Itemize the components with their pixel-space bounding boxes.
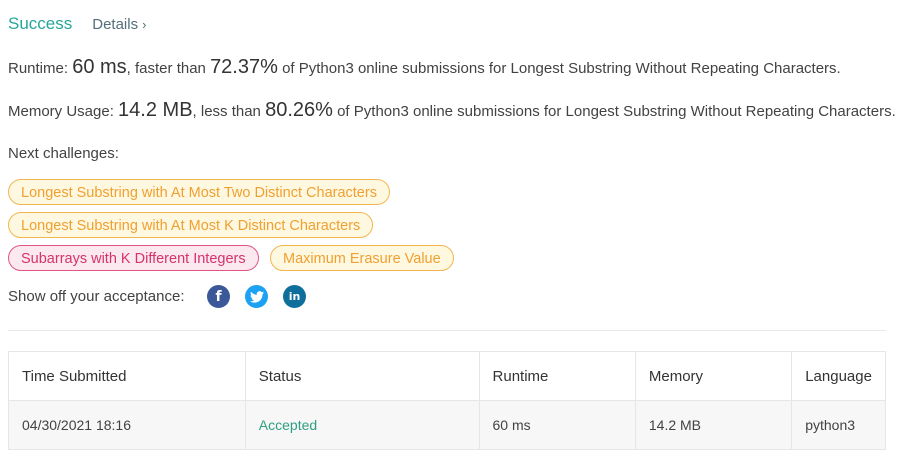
linkedin-icon[interactable]: in [283, 285, 306, 308]
column-header-memory[interactable]: Memory [634, 351, 793, 401]
status-success: Success [8, 14, 73, 33]
runtime-percent: 72.37% [210, 56, 278, 78]
memory-value: 14.2 MB [118, 99, 193, 121]
column-header-runtime[interactable]: Runtime [478, 351, 636, 401]
section-divider [8, 330, 886, 331]
next-challenges-label: Next challenges: [8, 145, 119, 162]
cell-runtime: 60 ms [478, 400, 636, 450]
cell-status-accepted[interactable]: Accepted [244, 400, 480, 450]
twitter-bird-icon[interactable] [249, 290, 264, 303]
memory-middle: , less than [192, 103, 261, 120]
cell-time-submitted: 04/30/2021 18:16 [8, 400, 246, 450]
details-link[interactable]: Details › [92, 16, 146, 33]
column-header-status[interactable]: Status [244, 351, 480, 401]
details-label[interactable]: Details [92, 16, 138, 33]
facebook-icon[interactable]: f [207, 285, 230, 308]
linkedin-glyph[interactable]: in [289, 290, 301, 303]
runtime-suffix: of Python3 online submissions for Longes… [282, 60, 841, 77]
memory-percent: 80.26% [265, 99, 333, 121]
facebook-glyph[interactable]: f [215, 289, 221, 305]
share-label: Show off your acceptance: [8, 288, 185, 305]
memory-stat: Memory Usage: 14.2 MB, less than 80.26% … [8, 99, 896, 122]
runtime-stat: Runtime: 60 ms, faster than 72.37% of Py… [8, 56, 841, 79]
chevron-right-icon[interactable]: › [142, 17, 146, 32]
runtime-label: Runtime: [8, 60, 69, 77]
twitter-icon[interactable] [245, 285, 268, 308]
cell-language: python3 [791, 400, 886, 450]
challenge-tag[interactable]: Longest Substring with At Most K Distinc… [8, 212, 374, 238]
runtime-value: 60 ms [72, 56, 127, 78]
memory-label: Memory Usage: [8, 103, 114, 120]
result-header: Success Details › [8, 14, 146, 34]
challenge-tag[interactable]: Longest Substring with At Most Two Disti… [8, 179, 390, 205]
submissions-table: Time Submitted Status Runtime Memory Lan… [8, 351, 886, 450]
memory-suffix: of Python3 online submissions for Longes… [337, 103, 896, 120]
challenge-tag[interactable]: Subarrays with K Different Integers [8, 245, 259, 271]
table-header-row: Time Submitted Status Runtime Memory Lan… [8, 351, 886, 401]
column-header-language[interactable]: Language [791, 351, 886, 401]
table-row: 04/30/2021 18:16 Accepted 60 ms 14.2 MB … [8, 400, 886, 450]
runtime-middle: , faster than [126, 60, 206, 77]
cell-memory: 14.2 MB [634, 400, 793, 450]
column-header-time[interactable]: Time Submitted [8, 351, 246, 401]
challenge-tag[interactable]: Maximum Erasure Value [270, 245, 454, 271]
